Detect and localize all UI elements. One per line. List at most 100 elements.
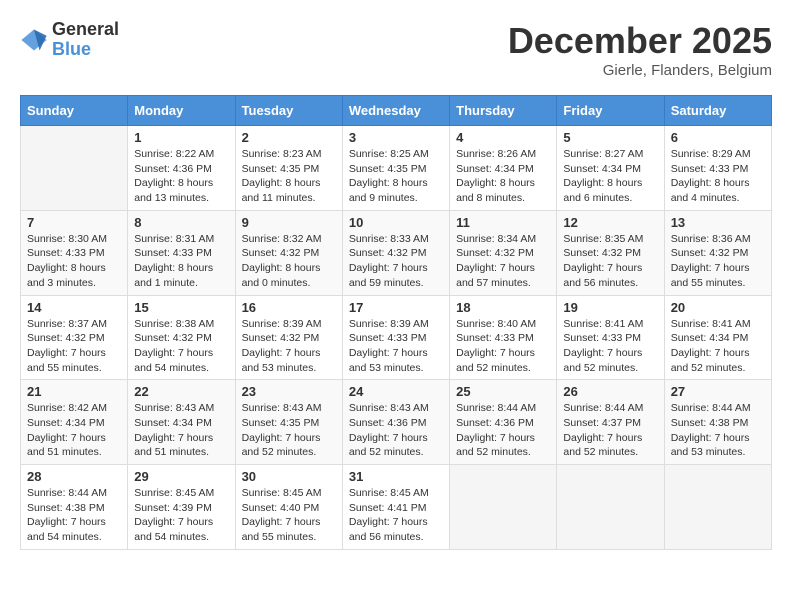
day-of-week-header: Thursday — [450, 96, 557, 126]
day-number: 14 — [27, 300, 121, 315]
calendar-day-cell: 9 Sunrise: 8:32 AM Sunset: 4:32 PM Daylig… — [235, 210, 342, 295]
logo: General Blue — [20, 20, 119, 60]
calendar-day-cell: 6 Sunrise: 8:29 AM Sunset: 4:33 PM Daylig… — [664, 126, 771, 211]
calendar-week-row: 1 Sunrise: 8:22 AM Sunset: 4:36 PM Daylig… — [21, 126, 772, 211]
day-of-week-header: Friday — [557, 96, 664, 126]
day-number: 12 — [563, 215, 657, 230]
day-info: Sunrise: 8:44 AM Sunset: 4:38 PM Dayligh… — [27, 486, 121, 545]
calendar-table: SundayMondayTuesdayWednesdayThursdayFrid… — [20, 95, 772, 550]
calendar-day-cell: 10Sunrise: 8:33 AM Sunset: 4:32 PM Dayli… — [342, 210, 449, 295]
day-of-week-header: Sunday — [21, 96, 128, 126]
day-of-week-header: Monday — [128, 96, 235, 126]
day-number: 29 — [134, 469, 228, 484]
day-info: Sunrise: 8:45 AM Sunset: 4:40 PM Dayligh… — [242, 486, 336, 545]
day-info: Sunrise: 8:36 AM Sunset: 4:32 PM Dayligh… — [671, 232, 765, 291]
day-number: 18 — [456, 300, 550, 315]
day-number: 22 — [134, 384, 228, 399]
day-info: Sunrise: 8:33 AM Sunset: 4:32 PM Dayligh… — [349, 232, 443, 291]
calendar-day-cell: 12 Sunrise: 8:35 AM Sunset: 4:32 PM Dayli… — [557, 210, 664, 295]
day-info: Sunrise: 8:34 AM Sunset: 4:32 PM Dayligh… — [456, 232, 550, 291]
day-of-week-header: Tuesday — [235, 96, 342, 126]
day-info: Sunrise: 8:37 AM Sunset: 4:32 PM Dayligh… — [27, 317, 121, 376]
calendar-day-cell: 17 Sunrise: 8:39 AM Sunset: 4:33 PM Dayli… — [342, 295, 449, 380]
day-info: Sunrise: 8:43 AM Sunset: 4:34 PM Dayligh… — [134, 401, 228, 460]
day-number: 19 — [563, 300, 657, 315]
day-info: Sunrise: 8:44 AM Sunset: 4:37 PM Dayligh… — [563, 401, 657, 460]
calendar-day-cell: 13 Sunrise: 8:36 AM Sunset: 4:32 PM Dayli… — [664, 210, 771, 295]
calendar-day-cell: 8 Sunrise: 8:31 AM Sunset: 4:33 PM Daylig… — [128, 210, 235, 295]
day-info: Sunrise: 8:26 AM Sunset: 4:34 PM Dayligh… — [456, 147, 550, 206]
calendar-day-cell: 4 Sunrise: 8:26 AM Sunset: 4:34 PM Daylig… — [450, 126, 557, 211]
day-info: Sunrise: 8:44 AM Sunset: 4:36 PM Dayligh… — [456, 401, 550, 460]
calendar-day-cell: 11 Sunrise: 8:34 AM Sunset: 4:32 PM Dayli… — [450, 210, 557, 295]
calendar-body: 1 Sunrise: 8:22 AM Sunset: 4:36 PM Daylig… — [21, 126, 772, 550]
calendar-day-cell: 23 Sunrise: 8:43 AM Sunset: 4:35 PM Dayli… — [235, 380, 342, 465]
day-info: Sunrise: 8:29 AM Sunset: 4:33 PM Dayligh… — [671, 147, 765, 206]
day-number: 7 — [27, 215, 121, 230]
day-info: Sunrise: 8:32 AM Sunset: 4:32 PM Dayligh… — [242, 232, 336, 291]
calendar-day-cell: 31 Sunrise: 8:45 AM Sunset: 4:41 PM Dayli… — [342, 465, 449, 550]
calendar-day-cell — [557, 465, 664, 550]
day-number: 4 — [456, 130, 550, 145]
day-info: Sunrise: 8:39 AM Sunset: 4:33 PM Dayligh… — [349, 317, 443, 376]
day-number: 23 — [242, 384, 336, 399]
day-number: 26 — [563, 384, 657, 399]
day-info: Sunrise: 8:45 AM Sunset: 4:41 PM Dayligh… — [349, 486, 443, 545]
day-number: 2 — [242, 130, 336, 145]
day-number: 9 — [242, 215, 336, 230]
day-info: Sunrise: 8:22 AM Sunset: 4:36 PM Dayligh… — [134, 147, 228, 206]
day-number: 6 — [671, 130, 765, 145]
day-info: Sunrise: 8:31 AM Sunset: 4:33 PM Dayligh… — [134, 232, 228, 291]
location: Gierle, Flanders, Belgium — [508, 62, 772, 79]
day-info: Sunrise: 8:43 AM Sunset: 4:36 PM Dayligh… — [349, 401, 443, 460]
day-info: Sunrise: 8:25 AM Sunset: 4:35 PM Dayligh… — [349, 147, 443, 206]
calendar-day-cell: 20Sunrise: 8:41 AM Sunset: 4:34 PM Dayli… — [664, 295, 771, 380]
calendar-header: SundayMondayTuesdayWednesdayThursdayFrid… — [21, 96, 772, 126]
day-number: 30 — [242, 469, 336, 484]
day-info: Sunrise: 8:40 AM Sunset: 4:33 PM Dayligh… — [456, 317, 550, 376]
calendar-day-cell: 26 Sunrise: 8:44 AM Sunset: 4:37 PM Dayli… — [557, 380, 664, 465]
calendar-day-cell: 5Sunrise: 8:27 AM Sunset: 4:34 PM Daylig… — [557, 126, 664, 211]
day-number: 15 — [134, 300, 228, 315]
day-number: 31 — [349, 469, 443, 484]
day-number: 5 — [563, 130, 657, 145]
day-info: Sunrise: 8:23 AM Sunset: 4:35 PM Dayligh… — [242, 147, 336, 206]
day-number: 13 — [671, 215, 765, 230]
day-info: Sunrise: 8:43 AM Sunset: 4:35 PM Dayligh… — [242, 401, 336, 460]
logo-icon — [20, 26, 48, 54]
day-info: Sunrise: 8:35 AM Sunset: 4:32 PM Dayligh… — [563, 232, 657, 291]
day-number: 3 — [349, 130, 443, 145]
day-info: Sunrise: 8:41 AM Sunset: 4:33 PM Dayligh… — [563, 317, 657, 376]
day-number: 21 — [27, 384, 121, 399]
day-number: 17 — [349, 300, 443, 315]
day-number: 24 — [349, 384, 443, 399]
month-title: December 2025 — [508, 20, 772, 62]
calendar-week-row: 14 Sunrise: 8:37 AM Sunset: 4:32 PM Dayli… — [21, 295, 772, 380]
calendar-day-cell: 27Sunrise: 8:44 AM Sunset: 4:38 PM Dayli… — [664, 380, 771, 465]
day-number: 16 — [242, 300, 336, 315]
day-number: 20 — [671, 300, 765, 315]
calendar-day-cell: 28 Sunrise: 8:44 AM Sunset: 4:38 PM Dayli… — [21, 465, 128, 550]
calendar-day-cell: 18 Sunrise: 8:40 AM Sunset: 4:33 PM Dayli… — [450, 295, 557, 380]
logo-general: General — [52, 19, 119, 39]
day-info: Sunrise: 8:44 AM Sunset: 4:38 PM Dayligh… — [671, 401, 765, 460]
page-header: General Blue December 2025 Gierle, Fland… — [20, 20, 772, 79]
calendar-day-cell: 2 Sunrise: 8:23 AM Sunset: 4:35 PM Daylig… — [235, 126, 342, 211]
day-number: 1 — [134, 130, 228, 145]
day-info: Sunrise: 8:38 AM Sunset: 4:32 PM Dayligh… — [134, 317, 228, 376]
calendar-day-cell: 22 Sunrise: 8:43 AM Sunset: 4:34 PM Dayli… — [128, 380, 235, 465]
calendar-week-row: 7Sunrise: 8:30 AM Sunset: 4:33 PM Daylig… — [21, 210, 772, 295]
day-number: 8 — [134, 215, 228, 230]
days-of-week-row: SundayMondayTuesdayWednesdayThursdayFrid… — [21, 96, 772, 126]
day-number: 11 — [456, 215, 550, 230]
calendar-day-cell: 30 Sunrise: 8:45 AM Sunset: 4:40 PM Dayli… — [235, 465, 342, 550]
calendar-day-cell: 21Sunrise: 8:42 AM Sunset: 4:34 PM Dayli… — [21, 380, 128, 465]
calendar-day-cell: 3 Sunrise: 8:25 AM Sunset: 4:35 PM Daylig… — [342, 126, 449, 211]
calendar-day-cell: 16Sunrise: 8:39 AM Sunset: 4:32 PM Dayli… — [235, 295, 342, 380]
day-of-week-header: Saturday — [664, 96, 771, 126]
day-info: Sunrise: 8:45 AM Sunset: 4:39 PM Dayligh… — [134, 486, 228, 545]
calendar-day-cell: 7Sunrise: 8:30 AM Sunset: 4:33 PM Daylig… — [21, 210, 128, 295]
day-number: 28 — [27, 469, 121, 484]
calendar-day-cell: 19 Sunrise: 8:41 AM Sunset: 4:33 PM Dayli… — [557, 295, 664, 380]
calendar-day-cell: 1 Sunrise: 8:22 AM Sunset: 4:36 PM Daylig… — [128, 126, 235, 211]
